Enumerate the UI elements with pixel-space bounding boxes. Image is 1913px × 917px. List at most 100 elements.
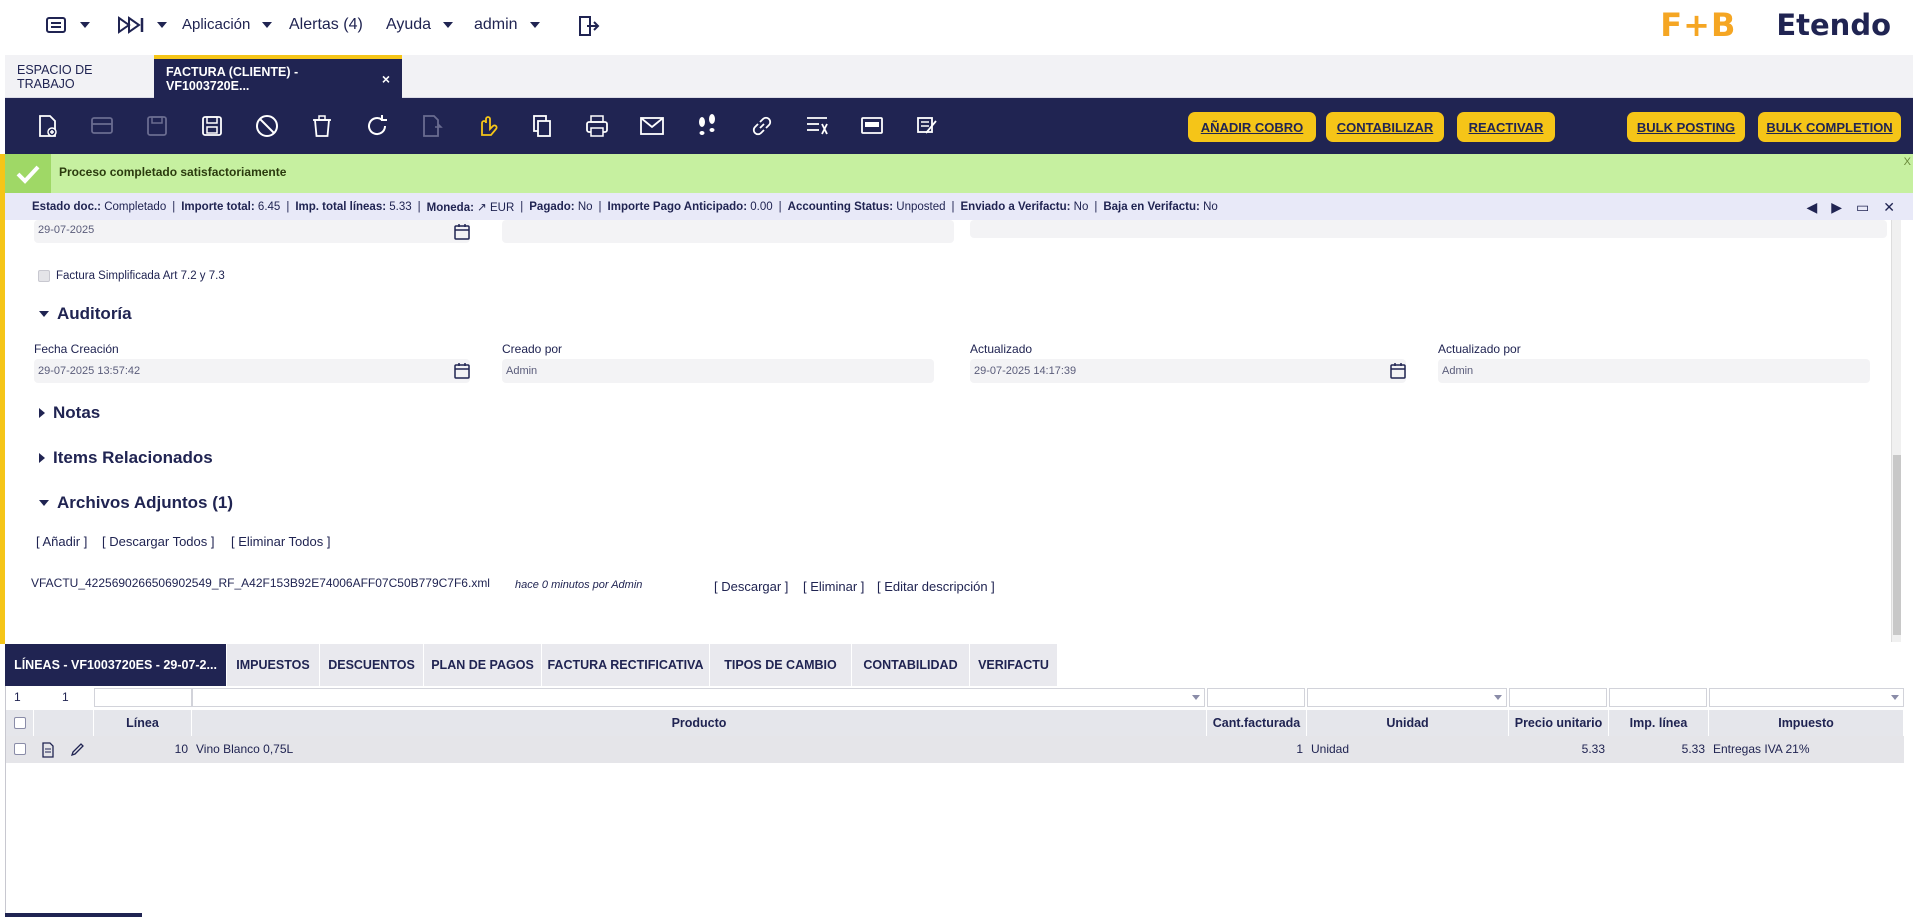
filter-line-amount[interactable] — [1609, 688, 1707, 707]
add-payment-button[interactable]: AÑADIR COBRO — [1188, 112, 1316, 142]
empty-field[interactable] — [502, 220, 954, 243]
tab-invoice[interactable]: FACTURA (CLIENTE) - VF1003720E... × — [154, 55, 402, 98]
reactivate-button[interactable]: REACTIVAR — [1457, 112, 1555, 142]
section-related-header[interactable]: Items Relacionados — [39, 448, 213, 468]
link-button[interactable] — [748, 112, 776, 140]
tab-accounting[interactable]: CONTABILIDAD — [852, 644, 970, 686]
cancel-button[interactable] — [253, 112, 281, 140]
previous-record-icon[interactable]: ◀ — [1806, 199, 1817, 216]
copy-record-button[interactable] — [528, 112, 556, 140]
tab-workspace[interactable]: ESPACIO DE TRABAJO — [5, 55, 154, 98]
save-close-button[interactable] — [198, 112, 226, 140]
logout-icon — [579, 16, 600, 36]
user-menu[interactable]: admin — [474, 16, 540, 34]
header-quantity[interactable]: Cant.facturada — [1207, 710, 1307, 736]
workspace-menu-button[interactable] — [46, 15, 90, 35]
created-date-field[interactable]: 29-07-2025 13:57:42 — [34, 359, 470, 383]
header-unit-price[interactable]: Precio unitario — [1509, 710, 1609, 736]
edit-pencil-icon[interactable] — [69, 742, 85, 758]
tab-discounts[interactable]: DESCUENTOS — [320, 644, 424, 686]
close-message-icon[interactable]: X — [1904, 156, 1911, 168]
delete-attachment-link[interactable]: [ Eliminar ] — [803, 579, 864, 594]
bulk-edit-button[interactable] — [913, 112, 941, 140]
status-currency: Moneda: ↗ EUR — [426, 201, 515, 214]
filter-quantity[interactable] — [1207, 688, 1305, 707]
simplified-invoice-checkbox-row[interactable]: Factura Simplificada Art 7.2 y 7.3 — [38, 270, 225, 282]
calendar-icon[interactable] — [453, 362, 471, 380]
quick-launch-button[interactable] — [117, 15, 167, 35]
status-prepayment: Importe Pago Anticipado: 0.00 — [607, 200, 773, 213]
calendar-icon[interactable] — [1389, 362, 1407, 380]
created-by-value: Admin — [506, 365, 538, 377]
date-field[interactable]: 29-07-2025 — [34, 220, 470, 243]
email-button[interactable] — [638, 112, 666, 140]
simplified-invoice-checkbox[interactable] — [38, 270, 50, 282]
download-attachment-link[interactable]: [ Descargar ] — [714, 579, 788, 594]
logout-button[interactable] — [578, 15, 600, 37]
section-audit-header[interactable]: Auditoría — [39, 304, 132, 324]
save-button[interactable] — [143, 112, 171, 140]
download-all-link[interactable]: [ Descargar Todos ] — [102, 534, 214, 549]
tab-rectifying-invoice[interactable]: FACTURA RECTIFICATIVA — [542, 644, 710, 686]
header-line[interactable]: Línea — [94, 710, 192, 736]
select-all-checkbox[interactable] — [13, 717, 26, 729]
user-menu-label: admin — [474, 16, 518, 33]
form-scrollbar[interactable] — [1891, 220, 1901, 642]
chevron-down-icon — [1891, 695, 1899, 700]
export-button[interactable] — [418, 112, 446, 140]
section-attachments-header[interactable]: Archivos Adjuntos (1) — [39, 493, 233, 513]
calendar-icon[interactable] — [453, 223, 471, 241]
updated-by-field[interactable]: Admin — [1438, 359, 1870, 383]
print-button[interactable] — [583, 112, 611, 140]
created-date-label: Fecha Creación — [34, 342, 119, 356]
tab-lines[interactable]: LÍNEAS - VF1003720ES - 29-07-2... — [5, 644, 227, 686]
updated-date-field[interactable]: 29-07-2025 14:17:39 — [970, 359, 1406, 383]
header-product[interactable]: Producto — [192, 710, 1207, 736]
help-menu[interactable]: Ayuda — [386, 16, 454, 34]
filter-line[interactable] — [94, 688, 192, 707]
header-unit[interactable]: Unidad — [1307, 710, 1509, 736]
new-document-button[interactable] — [33, 112, 61, 140]
tree-button[interactable] — [803, 112, 831, 140]
refresh-button[interactable] — [363, 112, 391, 140]
row-checkbox[interactable] — [14, 743, 26, 755]
filter-unit[interactable] — [1307, 688, 1507, 707]
empty-field[interactable] — [970, 220, 1887, 238]
filter-count-cell: 1 — [6, 688, 34, 707]
post-button[interactable]: CONTABILIZAR — [1326, 112, 1444, 142]
document-icon[interactable] — [41, 742, 55, 758]
application-menu[interactable]: Aplicación — [182, 16, 273, 33]
table-row[interactable]: 10 Vino Blanco 0,75L 1 Unidad 5.33 5.33 … — [6, 736, 1904, 763]
form-view-button[interactable] — [858, 112, 886, 140]
attachment-filename[interactable]: VFACTU_4225690266506902549_RF_A42F153B92… — [31, 576, 490, 590]
bulk-posting-button[interactable]: BULK POSTING — [1627, 112, 1745, 142]
process-button[interactable] — [473, 112, 501, 140]
maximize-icon[interactable]: ▭ — [1856, 199, 1869, 216]
created-by-field[interactable]: Admin — [502, 359, 934, 383]
section-notes-header[interactable]: Notas — [39, 403, 100, 423]
delete-all-link[interactable]: [ Eliminar Todos ] — [231, 534, 330, 549]
close-form-icon[interactable]: ✕ — [1883, 199, 1895, 216]
tab-taxes[interactable]: IMPUESTOS — [227, 644, 320, 686]
bulk-completion-button[interactable]: BULK COMPLETION — [1758, 112, 1901, 142]
hand-icon — [481, 116, 498, 136]
filter-product[interactable] — [192, 688, 1205, 707]
delete-button[interactable] — [308, 112, 336, 140]
alerts-link[interactable]: Alertas (4) — [289, 16, 363, 34]
filter-unit-price[interactable] — [1509, 688, 1607, 707]
tab-payment-plan[interactable]: PLAN DE PAGOS — [424, 644, 542, 686]
new-row-button[interactable] — [88, 112, 116, 140]
header-tax[interactable]: Impuesto — [1709, 710, 1904, 736]
audit-trail-button[interactable] — [693, 112, 721, 140]
filter-tax[interactable] — [1709, 688, 1904, 707]
next-record-icon[interactable]: ▶ — [1831, 199, 1842, 216]
add-attachment-link[interactable]: [ Añadir ] — [36, 534, 87, 549]
scrollbar-thumb[interactable] — [1893, 455, 1901, 635]
edit-description-link[interactable]: [ Editar descripción ] — [877, 579, 995, 594]
tab-exchange-rates[interactable]: TIPOS DE CAMBIO — [710, 644, 852, 686]
close-tab-icon[interactable]: × — [382, 71, 390, 87]
cell-unit-price: 5.33 — [1581, 742, 1605, 756]
header-line-amount[interactable]: Imp. línea — [1609, 710, 1709, 736]
tab-verifactu[interactable]: VERIFACTU — [970, 644, 1058, 686]
chevron-down-icon — [39, 311, 49, 317]
